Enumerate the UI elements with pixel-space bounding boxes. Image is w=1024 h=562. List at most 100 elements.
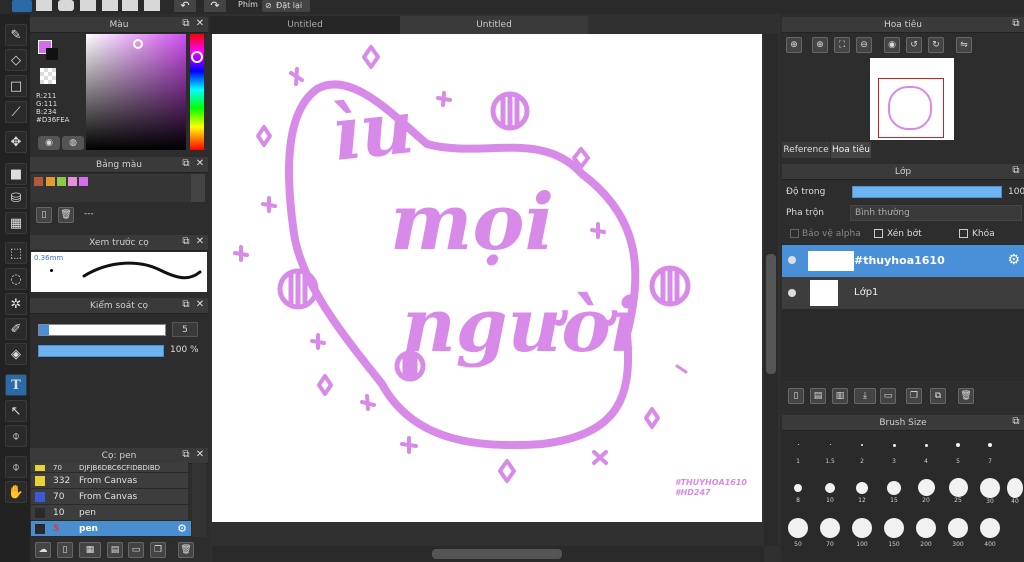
sv-picker-cursor[interactable]	[133, 39, 143, 49]
zoom-out-button[interactable]: ⊖	[856, 37, 872, 53]
layer-clipping-button[interactable]: ⧉	[930, 388, 946, 404]
brush-size-preset[interactable]: 100	[846, 515, 878, 553]
popout-icon[interactable]: ⧉	[180, 18, 192, 30]
move-tool-button[interactable]: ✥	[5, 131, 27, 153]
magic-wand-tool-button[interactable]: ✲	[5, 293, 27, 315]
brush-size-slider[interactable]	[38, 324, 166, 336]
popout-icon[interactable]: ⧉	[180, 299, 192, 311]
transparent-color-swatch[interactable]	[40, 68, 56, 84]
brush-size-preset[interactable]: 1.5	[814, 438, 846, 466]
brush-list-row[interactable]: 10 pen	[31, 505, 188, 521]
palette-swatch[interactable]	[46, 177, 55, 186]
brush-list-scrollbar[interactable]	[192, 463, 206, 537]
layer-row[interactable]: Lớp1	[782, 277, 1024, 309]
rotate-reset-button[interactable]: ◉	[884, 37, 900, 53]
popout-icon[interactable]: ⧉	[1010, 165, 1022, 177]
zoom-fit-button[interactable]: ⊕	[786, 37, 802, 53]
brush-size-preset[interactable]: 300	[942, 515, 974, 553]
reset-button[interactable]: ⊘ Đặt lại	[262, 0, 310, 12]
eyedropper-tool-button[interactable]: ⌽	[5, 425, 27, 447]
eraser-tool-button[interactable]: ◇	[5, 49, 27, 71]
brush-opacity-slider[interactable]	[38, 345, 164, 357]
brush-size-preset[interactable]: 1	[782, 438, 814, 466]
brush-settings-button[interactable]: ▤	[107, 542, 123, 558]
select-eraser-tool-button[interactable]: ◈	[5, 343, 27, 365]
color-wheel-button[interactable]: ◉	[38, 136, 60, 150]
popout-icon[interactable]: ⧉	[180, 236, 192, 248]
clipping-checkbox[interactable]	[874, 229, 883, 238]
bucket-tool-button[interactable]: ⛁	[5, 187, 27, 209]
brush-size-preset[interactable]: 4	[910, 438, 942, 466]
operation-tool-button[interactable]: ↖	[5, 400, 27, 422]
new-layer-1bit-button[interactable]: ▥	[832, 388, 848, 404]
brush-size-preset[interactable]: 7	[974, 438, 1006, 466]
fill-rect-tool-button[interactable]: ■	[5, 163, 27, 185]
close-icon[interactable]: ✕	[194, 299, 206, 311]
brush-size-preset[interactable]: 200	[910, 515, 942, 553]
palette-swatch[interactable]	[57, 177, 66, 186]
brush-size-preset[interactable]: 15	[878, 475, 910, 504]
new-layer-button[interactable]: ▯	[788, 388, 804, 404]
lasso-tool-button[interactable]: ◌	[5, 268, 27, 290]
canvas-horizontal-scrollbar[interactable]	[212, 546, 764, 562]
new-brush-button[interactable]: ▯	[57, 542, 73, 558]
select-rect-tool-button[interactable]: ⬚	[5, 242, 27, 264]
layer-merge-button[interactable]: ❐	[906, 388, 922, 404]
palette-swatch[interactable]	[79, 177, 88, 186]
brush-size-preset[interactable]: 40	[1006, 475, 1024, 505]
grid-icon[interactable]	[144, 0, 160, 11]
tab-untitled-1[interactable]: Untitled	[210, 16, 400, 34]
popout-icon[interactable]: ⧉	[180, 158, 192, 170]
brush-size-preset[interactable]: 8	[782, 475, 814, 504]
brush-size-preset[interactable]: 25	[942, 475, 974, 504]
comment-icon[interactable]	[58, 0, 74, 11]
brush-list-row-selected[interactable]: 5 pen ⚙	[31, 521, 191, 537]
rotate-left-button[interactable]: ↺	[906, 37, 922, 53]
gear-icon[interactable]: ⚙	[1007, 252, 1020, 268]
layer-add-menu-button[interactable]: ⤓	[854, 388, 876, 404]
brush-list-row[interactable]: 70 From Canvas	[31, 489, 188, 505]
tab-navigator[interactable]: Hoa tiêu	[831, 142, 871, 158]
delete-palette-button[interactable]: 🗑	[58, 207, 74, 223]
hand-tool-button[interactable]: ✋	[5, 481, 27, 503]
color-slider-button[interactable]: ◍	[62, 136, 84, 150]
lock-checkbox[interactable]	[959, 229, 968, 238]
brush-list-row[interactable]: 70 DJFJB6DBC6CFIDBDIBD	[31, 463, 188, 473]
brush-type-button[interactable]: ▦	[79, 542, 101, 558]
brush-size-preset[interactable]: 5	[942, 438, 974, 466]
scroll-thumb[interactable]	[432, 549, 562, 559]
brush-size-preset[interactable]: 70	[814, 515, 846, 553]
close-icon[interactable]: ✕	[194, 236, 206, 248]
saturation-value-picker[interactable]	[86, 34, 186, 150]
rectangle-tool-button[interactable]: □	[5, 75, 27, 97]
layer-folder-button[interactable]: ▭	[880, 388, 896, 404]
layer-row-selected[interactable]: #thuyhoa1610 ⚙	[782, 245, 1024, 277]
brush-size-preset[interactable]: 50	[782, 515, 814, 553]
delete-layer-button[interactable]: 🗑	[958, 388, 974, 404]
scroll-thumb[interactable]	[766, 254, 776, 374]
delete-brush-button[interactable]: 🗑	[178, 542, 194, 558]
brush-size-preset[interactable]: 150	[878, 515, 910, 553]
brush-copy-button[interactable]: ❐	[150, 542, 166, 558]
hue-cursor[interactable]	[191, 51, 203, 63]
layer-opacity-slider[interactable]	[852, 186, 1002, 198]
close-icon[interactable]: ✕	[194, 18, 206, 30]
close-icon[interactable]: ✕	[194, 158, 206, 170]
line-tool-button[interactable]: ⟋	[5, 101, 27, 123]
close-icon[interactable]: ✕	[194, 449, 206, 461]
image-icon[interactable]	[122, 0, 138, 11]
undo-button[interactable]: ↶	[174, 0, 196, 12]
palette-swatch[interactable]	[68, 177, 77, 186]
brush-tool-top-button[interactable]	[12, 0, 32, 12]
popout-icon[interactable]: ⧉	[1010, 416, 1022, 428]
protect-alpha-checkbox[interactable]	[790, 229, 799, 238]
brush-size-preset[interactable]: 10	[814, 475, 846, 504]
select-pen-tool-button[interactable]: ✐	[5, 318, 27, 340]
rotate-right-button[interactable]: ↻	[928, 37, 944, 53]
brush-tool-button[interactable]: ✎	[5, 24, 27, 46]
file-icon[interactable]	[36, 0, 52, 11]
zoom-in-button[interactable]: ⊕	[812, 37, 828, 53]
layer-visibility-icon[interactable]	[788, 289, 796, 297]
background-color-swatch[interactable]	[46, 48, 58, 60]
doc-icon[interactable]	[102, 0, 118, 11]
